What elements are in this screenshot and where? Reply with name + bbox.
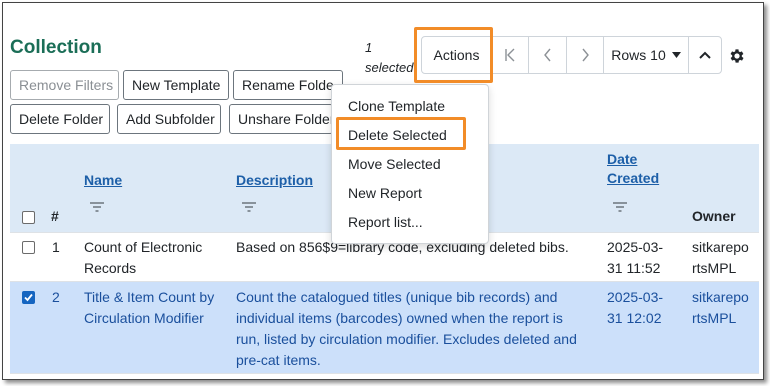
reports-panel: Collection Remove Filters New Template R… [2, 2, 764, 380]
unshare-folder-button[interactable]: Unshare Folder [229, 104, 333, 134]
row-owner: sitkarepo rtsMPL [692, 237, 749, 279]
actions-label: Actions [433, 47, 480, 63]
select-all-checkbox[interactable] [22, 211, 35, 224]
description-filter-icon[interactable] [237, 196, 261, 218]
selected-count-label: selected [365, 60, 414, 75]
menu-item-delete-selected[interactable]: Delete Selected [348, 127, 447, 143]
panel-title: Collection [10, 37, 102, 58]
row-name: Title & Item Count by Circulation Modifi… [84, 287, 214, 329]
row-description-line: pre-cat items. [236, 352, 321, 368]
row-description: Count the catalogued titles (unique bib … [236, 287, 577, 371]
row-owner: sitkarepo rtsMPL [692, 287, 749, 329]
next-page-icon [582, 48, 589, 62]
row-name: Count of Electronic Records [84, 237, 202, 279]
actions-dropdown-menu: Clone Template Delete Selected Move Sele… [331, 84, 489, 244]
remove-filters-button[interactable]: Remove Filters [10, 70, 119, 100]
table-row-selected[interactable]: 2 Title & Item Count by Circulation Modi… [10, 281, 759, 374]
prev-page-button[interactable] [529, 37, 567, 73]
prev-page-icon [543, 48, 551, 62]
header-name[interactable]: Name [84, 171, 122, 190]
collapse-button[interactable] [689, 37, 721, 73]
row-owner-line: sitkarepo [692, 289, 749, 305]
row-owner-line: rtsMPL [692, 310, 737, 326]
row-date-line: 31 11:52 [607, 260, 661, 276]
header-index: # [51, 208, 59, 224]
first-page-icon [505, 48, 515, 62]
row-description-line: individual items (barcodes) owned when t… [236, 310, 563, 326]
actions-button[interactable]: Actions [422, 37, 492, 73]
header-date-line2: Created [607, 170, 660, 186]
row-date: 2025-03- 31 12:02 [607, 287, 663, 329]
row-date: 2025-03- 31 11:52 [607, 237, 663, 279]
header-owner: Owner [692, 208, 736, 224]
date-filter-icon[interactable] [608, 196, 632, 218]
menu-item-new-report[interactable]: New Report [348, 185, 422, 201]
row-name-line: Count of Electronic [84, 239, 203, 255]
header-date-line1: Date [607, 151, 638, 167]
menu-item-move-selected[interactable]: Move Selected [348, 156, 441, 172]
gear-icon [730, 49, 744, 63]
row-checkbox-checked[interactable] [22, 291, 35, 304]
checkmark-icon [24, 293, 33, 302]
row-owner-line: rtsMPL [692, 260, 737, 276]
row-name-line: Circulation Modifier [84, 310, 204, 326]
selected-count-number: 1 [365, 40, 373, 55]
chevron-up-icon [699, 51, 711, 59]
row-date-line: 31 12:02 [607, 310, 662, 326]
new-template-button[interactable]: New Template [123, 70, 229, 100]
first-page-button[interactable] [492, 37, 529, 73]
delete-folder-button[interactable]: Delete Folder [10, 104, 110, 134]
rows-per-page-label: Rows 10 [611, 47, 666, 63]
row-index: 1 [52, 239, 60, 255]
row-owner-line: sitkarepo [692, 239, 749, 255]
menu-item-report-list[interactable]: Report list... [348, 214, 423, 230]
grid-toolbar: Actions Rows 10 [421, 36, 722, 74]
name-filter-icon[interactable] [85, 196, 109, 218]
row-date-line: 2025-03- [607, 289, 664, 305]
selected-count: 1 selected [365, 38, 425, 78]
rows-per-page-select[interactable]: Rows 10 [604, 37, 689, 73]
row-name-line: Records [84, 260, 137, 276]
settings-button[interactable] [720, 40, 754, 72]
row-index: 2 [52, 289, 60, 305]
menu-item-clone-template[interactable]: Clone Template [348, 98, 445, 114]
rename-folder-button[interactable]: Rename Folde [233, 70, 343, 100]
header-description[interactable]: Description [236, 171, 313, 190]
row-checkbox[interactable] [22, 241, 35, 254]
add-subfolder-button[interactable]: Add Subfolder [117, 104, 221, 134]
next-page-button[interactable] [567, 37, 604, 73]
row-description-line: run, listed by circulation modifier. Exc… [236, 331, 577, 347]
header-date-created[interactable]: Date Created [607, 150, 659, 188]
row-description-line: Count the catalogued titles (unique bib … [236, 289, 558, 305]
row-name-line: Title & Item Count by [84, 289, 215, 305]
caret-down-icon [671, 52, 681, 58]
row-date-line: 2025-03- [607, 239, 664, 255]
